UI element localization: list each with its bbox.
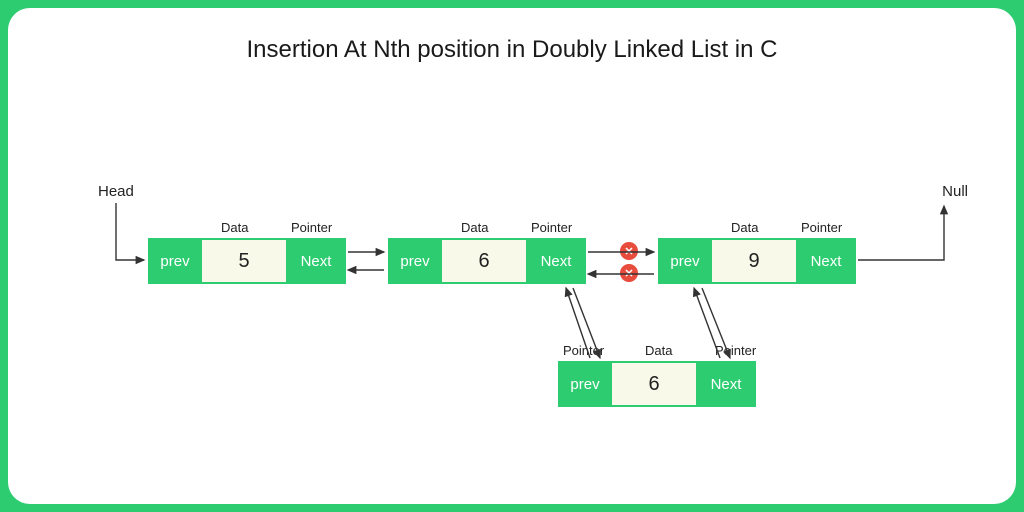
node-1-next: Next (288, 240, 344, 282)
node-2-next: Next (528, 240, 584, 282)
pointer-label-3: Pointer (801, 220, 842, 235)
node-1-prev: prev (150, 240, 202, 282)
cross-icon: ✕ (620, 264, 638, 282)
data-label-1: Data (221, 220, 248, 235)
node-3-next: Next (798, 240, 854, 282)
cross-icon: ✕ (620, 242, 638, 260)
node-1-data: 5 (202, 240, 288, 282)
node-2: prev 6 Next (388, 238, 586, 284)
diagram-canvas: Head Null Data Pointer prev 5 Next Data … (8, 8, 1016, 504)
new-node-prev: prev (560, 363, 612, 405)
node-2-data: 6 (442, 240, 528, 282)
data-label-3: Data (731, 220, 758, 235)
node-1: prev 5 Next (148, 238, 346, 284)
head-label: Head (98, 183, 134, 200)
pointer-label-1: Pointer (291, 220, 332, 235)
new-node-next: Next (698, 363, 754, 405)
new-pointer-label-right: Pointer (715, 343, 756, 358)
node-3: prev 9 Next (658, 238, 856, 284)
new-node-data: 6 (612, 363, 698, 405)
null-label: Null (942, 183, 968, 200)
pointer-label-2: Pointer (531, 220, 572, 235)
new-pointer-label-left: Pointer (563, 343, 604, 358)
node-2-prev: prev (390, 240, 442, 282)
data-label-2: Data (461, 220, 488, 235)
new-data-label: Data (645, 343, 672, 358)
node-3-data: 9 (712, 240, 798, 282)
diagram-card: Insertion At Nth position in Doubly Link… (8, 8, 1016, 504)
node-3-prev: prev (660, 240, 712, 282)
new-node: prev 6 Next (558, 361, 756, 407)
